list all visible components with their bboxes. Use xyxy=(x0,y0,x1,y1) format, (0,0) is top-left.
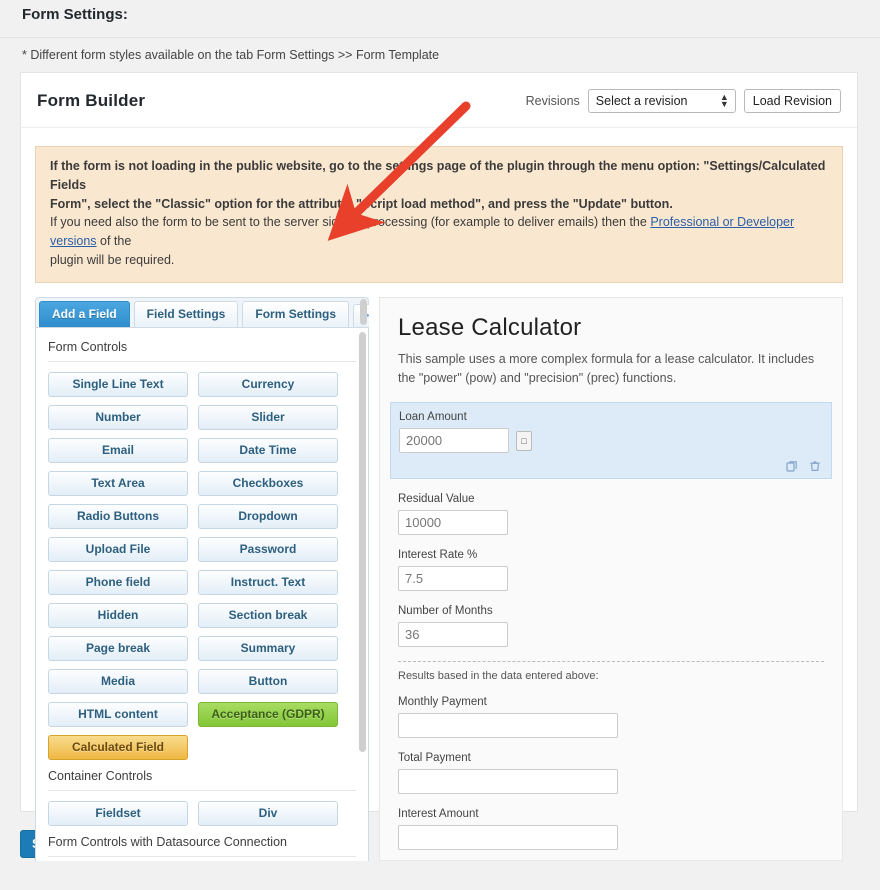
tab-field-settings[interactable]: Field Settings xyxy=(133,300,239,327)
field-button-instruct-text[interactable]: Instruct. Text xyxy=(198,569,338,595)
alert-line-1: If the form is not loading in the public… xyxy=(50,159,826,192)
field-button-acceptance-gdpr[interactable]: Acceptance (GDPR) xyxy=(198,701,338,727)
datasource-controls-title: Form Controls with Datasource Connection xyxy=(48,834,287,849)
field-label-interest-rate: Interest Rate % xyxy=(398,549,478,562)
field-button-button[interactable]: Button xyxy=(198,668,338,694)
field-input-monthly-payment[interactable] xyxy=(398,713,618,739)
field-button-page-break[interactable]: Page break xyxy=(48,635,188,661)
add-a-field-panel: Form Controls Single Line Text Currency … xyxy=(35,327,369,861)
panel-scrollbar[interactable] xyxy=(359,331,366,752)
field-button-phone-field[interactable]: Phone field xyxy=(48,569,188,595)
field-value-interest-rate: 7.5 xyxy=(405,571,424,587)
field-button-single-line-text[interactable]: Single Line Text xyxy=(48,371,188,397)
select-spinner-icon: ▲ ▼ xyxy=(719,92,729,109)
field-value-loan-amount: 20000 xyxy=(406,433,443,449)
field-label-monthly-payment: Monthly Payment xyxy=(398,696,487,709)
field-button-email[interactable]: Email xyxy=(48,437,188,463)
field-button-text-area[interactable]: Text Area xyxy=(48,470,188,496)
builder-columns: Add a Field Field Settings Form Settings… xyxy=(21,283,857,861)
field-label-loan-amount: Loan Amount xyxy=(399,411,467,424)
container-controls-grid: Fieldset Div xyxy=(48,800,356,826)
revisions-controls: Revisions Select a revision ▲ ▼ Load Revi… xyxy=(526,89,841,113)
preview-field-interest-amount[interactable]: Interest Amount xyxy=(398,808,824,851)
builder-left-panel: Add a Field Field Settings Form Settings… xyxy=(35,296,369,861)
duplicate-icon[interactable] xyxy=(785,459,798,472)
preview-field-total-payment[interactable]: Total Payment xyxy=(398,752,824,795)
field-button-section-break[interactable]: Section break xyxy=(198,602,338,628)
field-button-hidden[interactable]: Hidden xyxy=(48,602,188,628)
preview-field-monthly-payment[interactable]: Monthly Payment xyxy=(398,696,824,739)
field-input-number-of-months[interactable]: 36 xyxy=(398,622,508,648)
revision-select-value: Select a revision xyxy=(595,94,688,108)
card-header: Form Builder Revisions Select a revision… xyxy=(21,73,857,128)
field-button-checkboxes[interactable]: Checkboxes xyxy=(198,470,338,496)
field-button-summary[interactable]: Summary xyxy=(198,635,338,661)
number-stepper-icon[interactable]: □ xyxy=(516,431,532,452)
divider xyxy=(48,360,356,362)
field-button-calculated-field[interactable]: Calculated Field xyxy=(48,734,188,760)
trash-icon[interactable] xyxy=(808,459,821,472)
form-builder-card: Form Builder Revisions Select a revision… xyxy=(20,72,858,861)
container-controls-title: Container Controls xyxy=(48,768,153,783)
style-note: * Different form styles available on the… xyxy=(22,48,440,62)
alert-line-2: Form", select the "Classic" option for t… xyxy=(50,196,673,211)
tabs-scrollbar[interactable] xyxy=(360,298,367,325)
preview-field-residual-value[interactable]: Residual Value 10000 xyxy=(398,493,824,536)
field-input-loan-amount[interactable]: 20000 □ xyxy=(399,428,532,454)
divider xyxy=(48,789,356,791)
preview-field-number-of-months[interactable]: Number of Months 36 xyxy=(398,605,824,648)
card-title: Form Builder xyxy=(37,91,146,110)
container-button-div[interactable]: Div xyxy=(198,800,338,826)
preview-description: This sample uses a more complex formula … xyxy=(398,351,815,385)
field-button-upload-file[interactable]: Upload File xyxy=(48,536,188,562)
field-label-total-payment: Total Payment xyxy=(398,752,471,765)
revision-select[interactable]: Select a revision ▲ ▼ xyxy=(587,89,736,113)
container-button-fieldset[interactable]: Fieldset xyxy=(48,800,188,826)
page-title: Form Settings: xyxy=(22,6,128,23)
form-controls-title: Form Controls xyxy=(48,339,128,354)
field-label-residual-value: Residual Value xyxy=(398,493,475,506)
field-row-actions xyxy=(399,459,823,472)
field-value-residual-value: 10000 xyxy=(405,515,442,531)
field-button-currency[interactable]: Currency xyxy=(198,371,338,397)
alert-line-3-text-a: If you need also the form to be sent to … xyxy=(50,215,651,230)
field-label-interest-amount: Interest Amount xyxy=(398,808,479,821)
results-divider xyxy=(398,661,824,663)
alert-line-4: plugin will be required. xyxy=(50,252,175,267)
revisions-label: Revisions xyxy=(525,94,580,108)
field-input-total-payment[interactable] xyxy=(398,769,618,795)
preview-title: Lease Calculator xyxy=(398,313,582,341)
plugin-warning-alert: If the form is not loading in the public… xyxy=(35,146,843,283)
alert-line-3: If you need also the form to be sent to … xyxy=(50,213,828,251)
field-button-media[interactable]: Media xyxy=(48,668,188,694)
field-button-date-time[interactable]: Date Time xyxy=(198,437,338,463)
form-controls-grid: Single Line Text Currency Number Slider … xyxy=(48,371,356,760)
load-revision-button[interactable]: Load Revision xyxy=(743,89,841,113)
field-input-residual-value[interactable]: 10000 xyxy=(398,510,508,536)
field-button-dropdown[interactable]: Dropdown xyxy=(198,503,338,529)
field-button-radio-buttons[interactable]: Radio Buttons xyxy=(48,503,188,529)
field-button-password[interactable]: Password xyxy=(198,536,338,562)
alert-line-3-text-b: of the xyxy=(96,234,132,248)
tab-add-a-field[interactable]: Add a Field xyxy=(39,300,130,327)
field-button-number[interactable]: Number xyxy=(48,404,188,430)
field-label-number-of-months: Number of Months xyxy=(398,605,493,618)
preview-field-loan-amount[interactable]: Loan Amount 20000 □ xyxy=(390,402,832,480)
field-button-html-content[interactable]: HTML content xyxy=(48,701,188,727)
field-value-number-of-months: 36 xyxy=(405,627,420,643)
results-note: Results based in the data entered above: xyxy=(398,670,599,683)
field-input-interest-rate[interactable]: 7.5 xyxy=(398,566,508,592)
tab-form-settings[interactable]: Form Settings xyxy=(242,300,350,327)
divider xyxy=(48,855,356,857)
form-preview-panel: Lease Calculator This sample uses a more… xyxy=(379,296,843,861)
field-button-slider[interactable]: Slider xyxy=(198,404,338,430)
field-input-interest-amount[interactable] xyxy=(398,825,618,851)
preview-field-interest-rate[interactable]: Interest Rate % 7.5 xyxy=(398,549,824,592)
builder-tabs: Add a Field Field Settings Form Settings… xyxy=(35,296,369,328)
